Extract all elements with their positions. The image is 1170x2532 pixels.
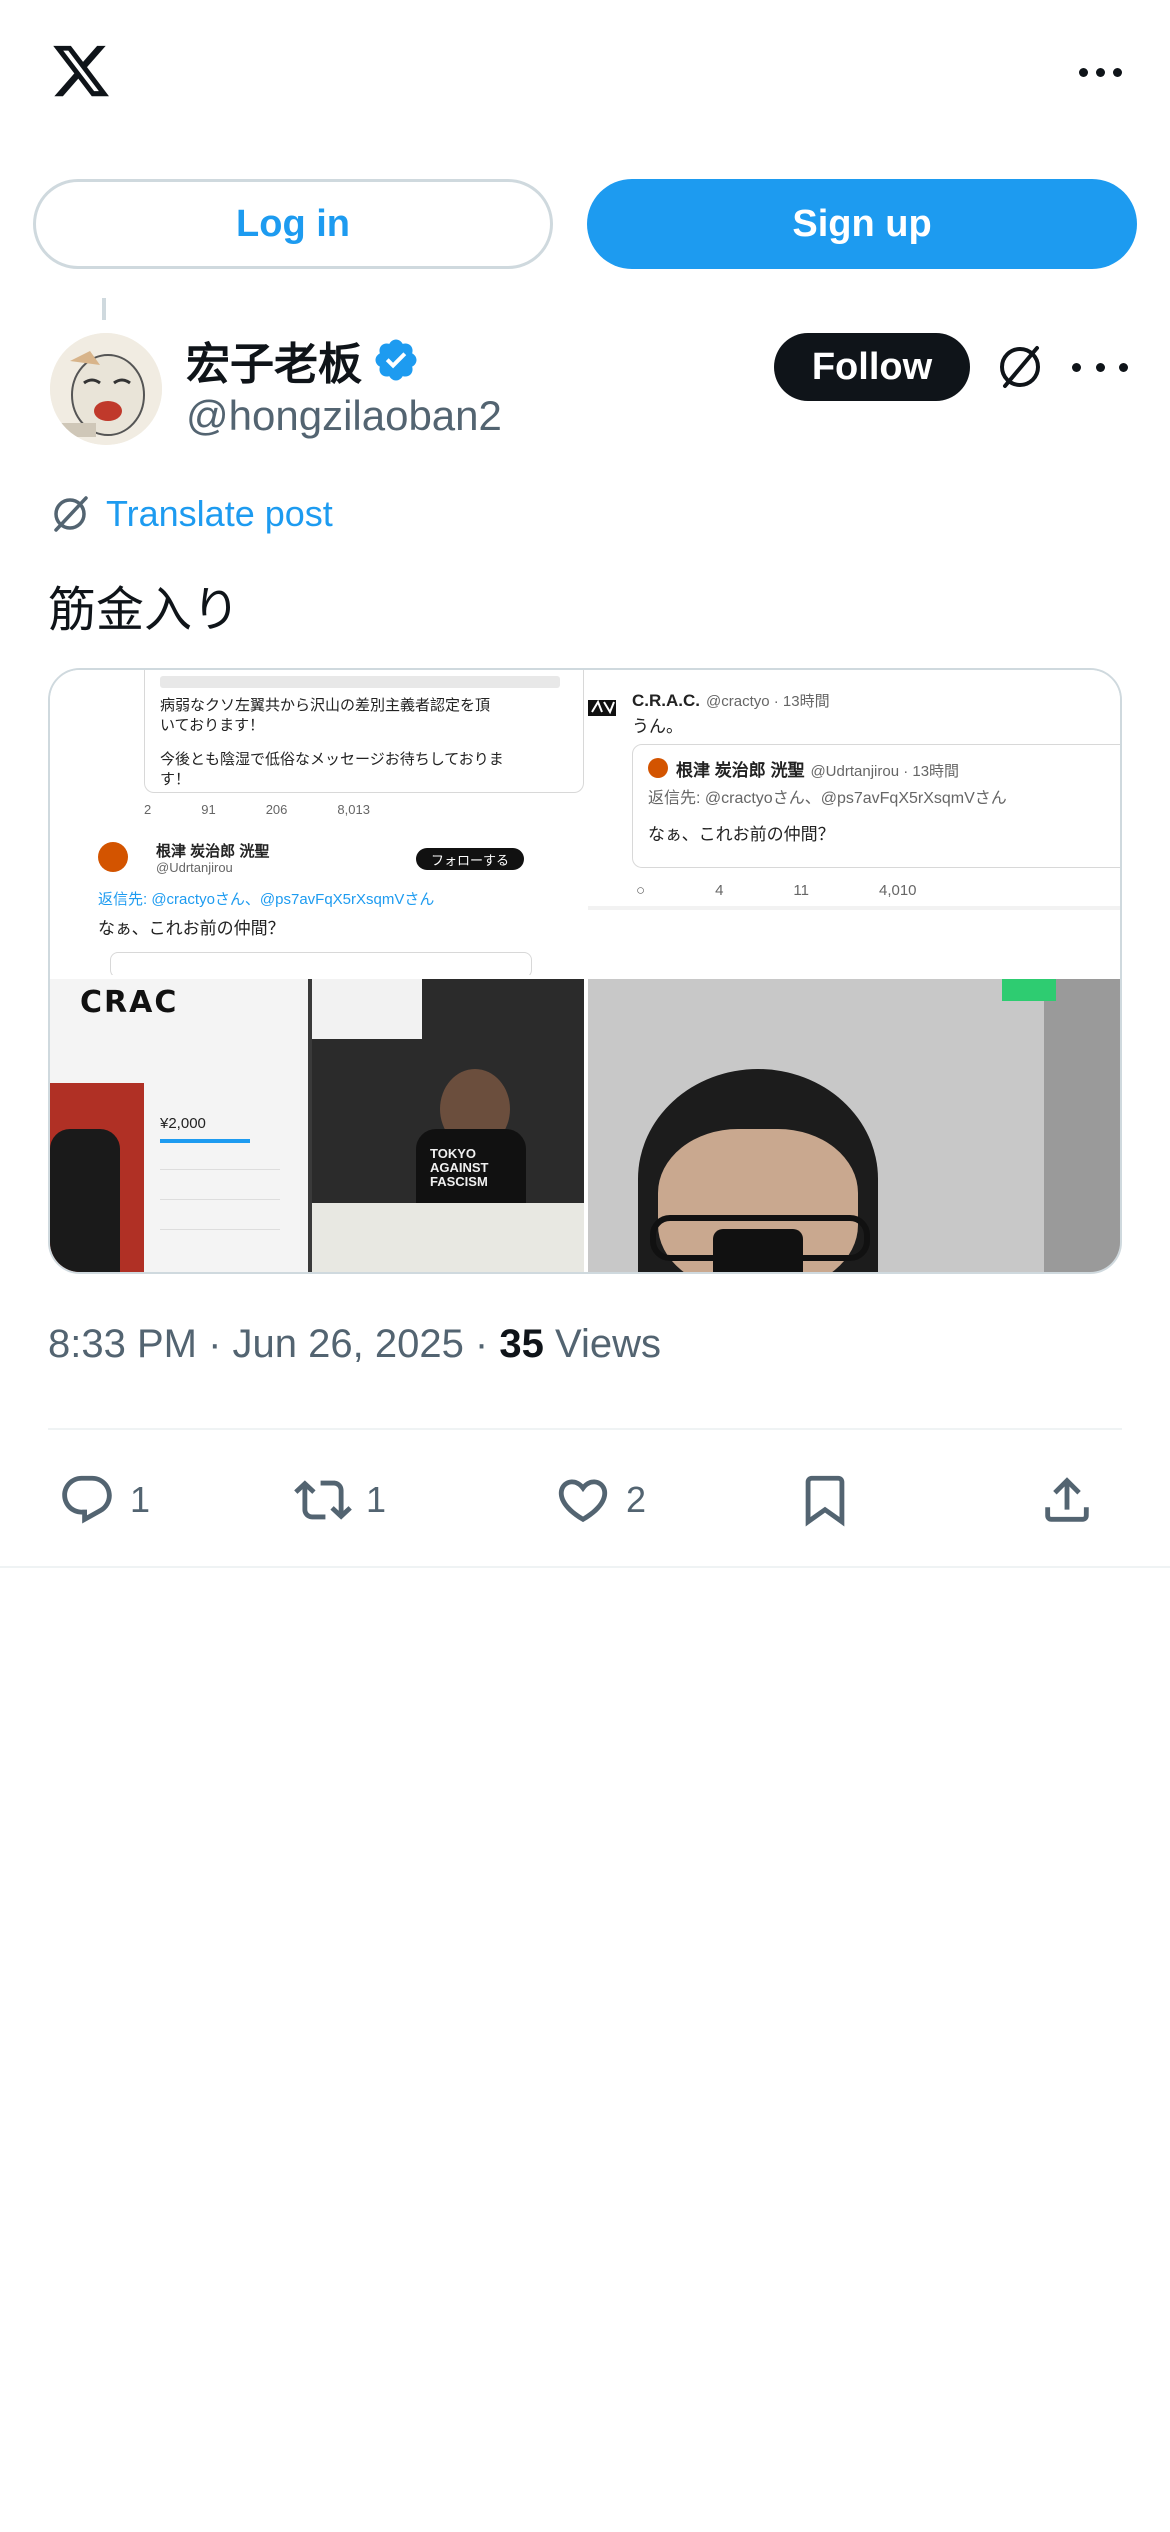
bookmark-icon [805,1475,845,1527]
right-tweet-stats: ○ 4 11 4,010 [636,882,917,899]
translate-icon [54,496,88,532]
post-text: 筋金入り [48,584,241,637]
reply-icon [62,1475,112,1524]
left-tweet-line2: いております！ [160,717,265,734]
left-reply-handle: @Udrtanjirou [156,860,233,875]
repost-button[interactable]: 1 [294,1462,386,1538]
author-name-text[interactable]: 宏子老板 [186,328,362,392]
shop-price: ¥2,000 [160,1115,206,1132]
grok-icon[interactable] [993,340,1047,394]
bookmark-button[interactable] [796,1462,854,1538]
media-photo-right[interactable] [588,979,1120,1272]
media-grid[interactable]: 病弱なクソ左翼共から沢山の差別主義者認定を頂 いております！ 今後とも陰湿で低俗… [48,668,1122,1274]
post-timestamp[interactable]: 8:33 PM · Jun 26, 2025 · [48,1322,499,1366]
crac-name: C.R.A.C. [632,691,700,710]
like-count: 2 [626,1479,647,1520]
media-screenshot-left[interactable]: 病弱なクソ左翼共から沢山の差別主義者認定を頂 いております！ 今後とも陰湿で低俗… [50,670,584,975]
author-handle[interactable]: @hongzilaoban2 [186,392,502,440]
divider-bottom [0,1566,1170,1568]
author-name[interactable]: 宏子老板 [186,328,420,392]
repost-count: 1 [366,1479,387,1520]
x-logo-icon[interactable] [48,40,114,102]
reply-count: 1 [130,1479,151,1520]
thread-line [102,298,106,320]
views-label: Views [543,1322,661,1366]
left-reply-text: なぁ、これお前の仲間？ [98,919,285,938]
more-icon[interactable] [1070,52,1130,92]
left-tweet-line4: す！ [160,771,191,788]
top-bar [0,0,1170,150]
media-photo-left[interactable]: CRAC ¥2,000 TOKYO AGAINST FASCISM [50,979,584,1272]
action-bar: 1 1 2 [48,1462,1122,1538]
follow-button[interactable]: Follow [774,333,970,401]
left-stat-reply: 2 [144,802,152,817]
verified-badge-icon [375,339,417,381]
like-button[interactable]: 2 [554,1462,646,1538]
share-icon [1045,1477,1089,1522]
crac-avatar-icon [588,699,616,716]
crac-logo-text: CRAC [80,985,179,1020]
views-count: 35 [499,1322,544,1366]
quote-avatar [648,758,668,778]
left-tweet-stats: 2 91 206 8,013 [144,802,370,817]
right-stat-repost: 4 [715,882,724,899]
translate-label[interactable]: Translate post [106,493,333,535]
reply-button[interactable]: 1 [58,1462,150,1538]
signup-button[interactable]: Sign up [587,179,1137,269]
crac-handle-time: @cractyo · 13時間 [706,693,830,710]
avatar[interactable] [50,333,162,445]
crac-text: うん。 [632,717,683,736]
post-more-icon[interactable] [1072,350,1128,384]
left-stat-repost: 91 [201,802,216,817]
repost-icon [294,1480,352,1520]
left-tweet-line1: 病弱なクソ左翼共から沢山の差別主義者認定を頂 [160,697,491,714]
post-meta: 8:33 PM · Jun 26, 2025 · 35 Views [48,1322,661,1367]
media-screenshot-right[interactable]: C.R.A.C. @cractyo · 13時間 うん。 根津 炭治郎 洸聖 @… [588,670,1120,975]
left-reply-follow-chip: フォローする [416,848,524,870]
right-stat-views: 4,010 [878,882,917,899]
left-reply-avatar [98,842,128,872]
right-stat-like: 11 [793,882,809,899]
left-stat-views: 8,013 [337,802,370,817]
quote-reply-to: 返信先: @cractyoさん、@ps7avFqX5rXsqmVさん [648,790,1007,807]
left-stat-like: 206 [265,802,288,817]
quote-name: 根津 炭治郎 洸聖 [676,761,805,780]
left-reply-name: 根津 炭治郎 洸聖 [156,843,270,860]
right-stat-reply-icon: ○ [636,882,646,899]
quote-text: なぁ、これお前の仲間？ [648,825,835,844]
heart-icon [558,1479,608,1523]
quote-handle-time: @Udrtanjirou · 13時間 [810,763,960,780]
login-button[interactable]: Log in [33,179,553,269]
translate-post-link[interactable]: Translate post [48,492,333,536]
left-reply-to: 返信先: @cractyoさん、@ps7avFqX5rXsqmVさん [98,891,435,908]
shirt-text: TOKYO AGAINST FASCISM [430,1146,489,1189]
divider [48,1428,1122,1430]
share-button[interactable] [1038,1462,1096,1538]
left-tweet-line3: 今後とも陰湿で低俗なメッセージお待ちしておりま [160,751,504,768]
